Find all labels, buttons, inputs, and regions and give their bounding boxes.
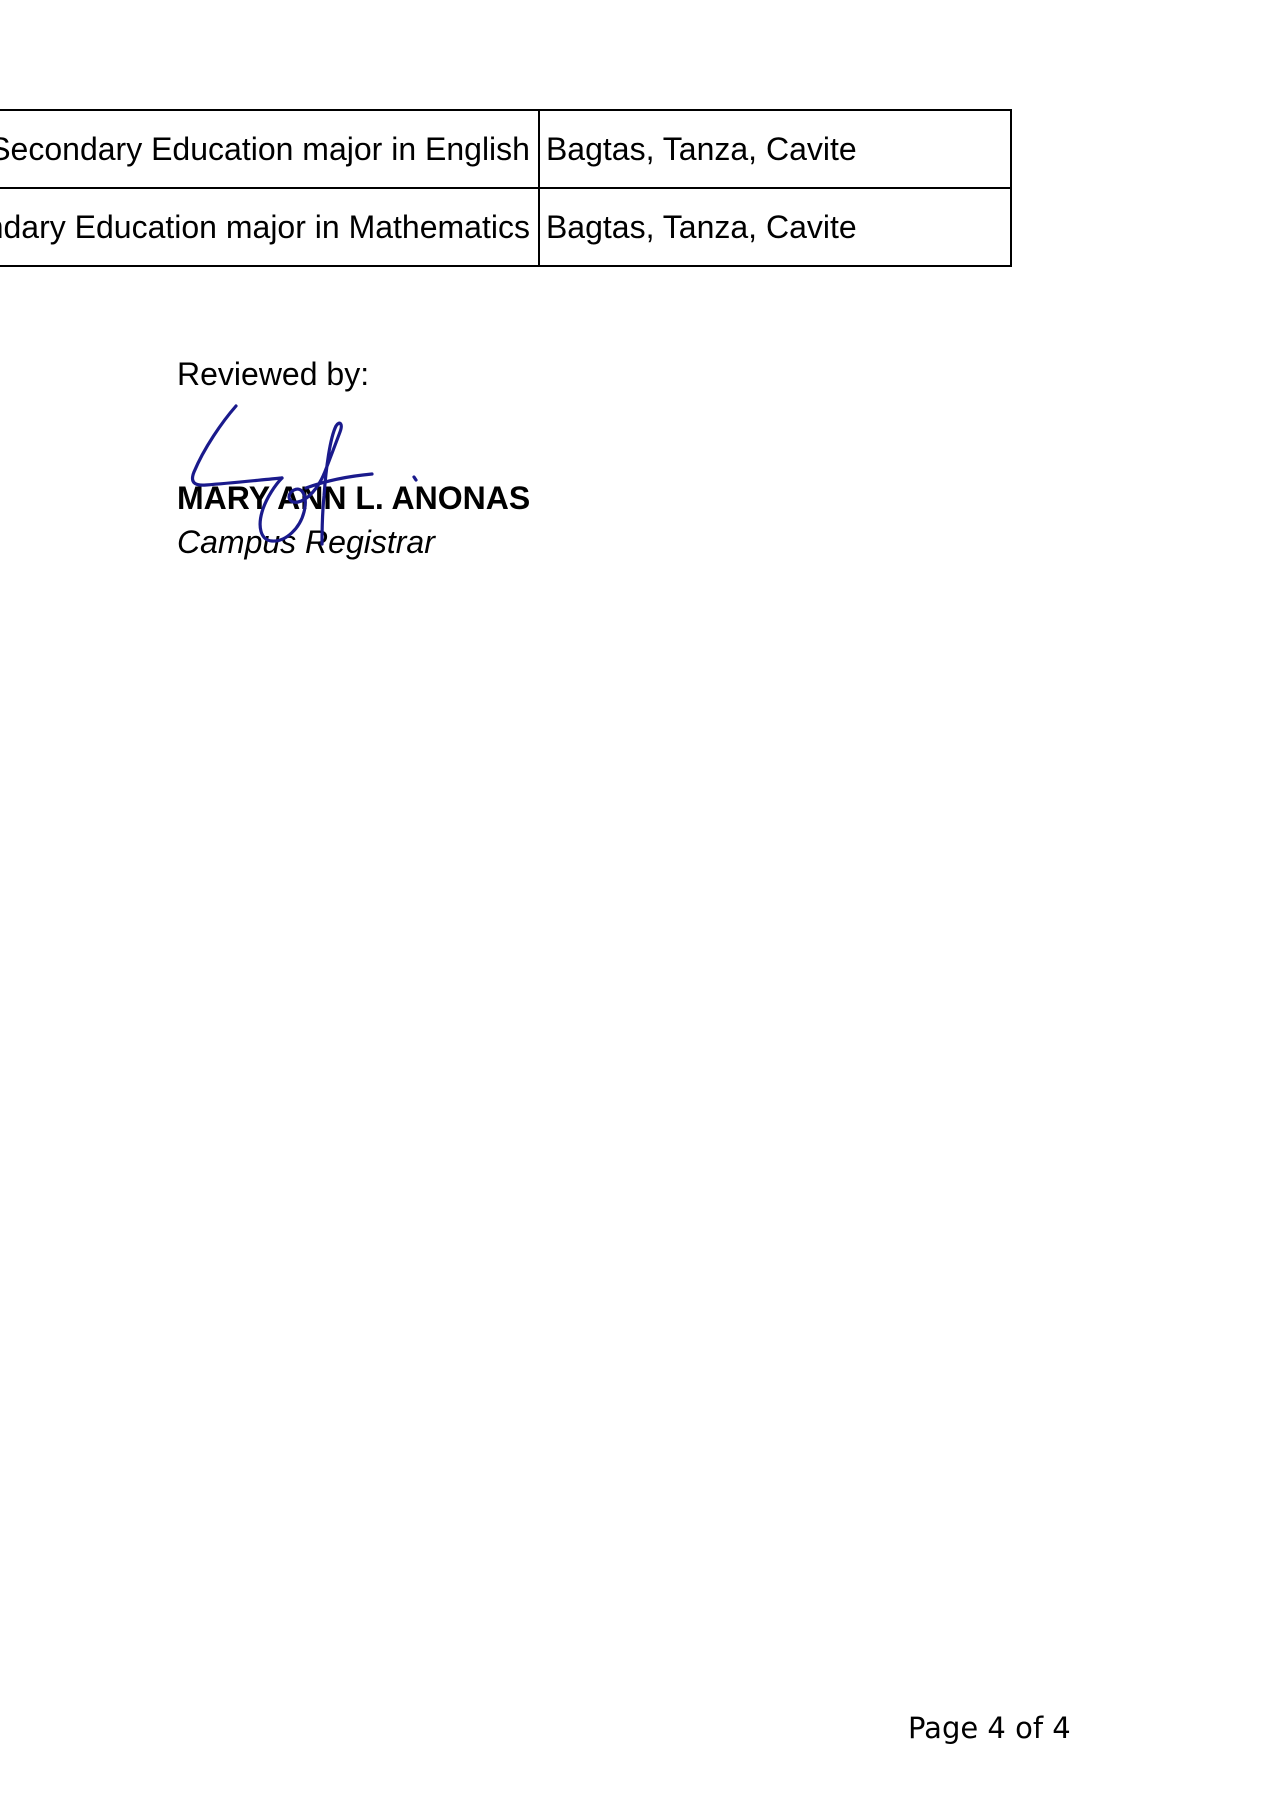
address-cell: Bagtas, Tanza, Cavite xyxy=(537,187,1013,267)
program-cell: Bachelor of Secondary Education major in… xyxy=(0,187,540,267)
table-row: Bachelor of Secondary Education major in… xyxy=(0,187,1013,267)
signatory-name: MARY ANN L. ANONAS xyxy=(177,480,531,516)
signatory-title: Campus Registrar xyxy=(177,524,435,560)
page-number: Page 4 of 4 xyxy=(908,1711,1071,1745)
records-table: Bachelor of Secondary Education major in… xyxy=(0,109,1013,267)
document-page: Bachelor of Secondary Education major in… xyxy=(0,0,1272,1800)
address-cell: Bagtas, Tanza, Cavite xyxy=(537,109,1013,189)
reviewed-by-label: Reviewed by: xyxy=(177,356,370,392)
program-cell: Bachelor of Secondary Education major in… xyxy=(0,109,540,189)
table-row: Bachelor of Secondary Education major in… xyxy=(0,109,1013,189)
